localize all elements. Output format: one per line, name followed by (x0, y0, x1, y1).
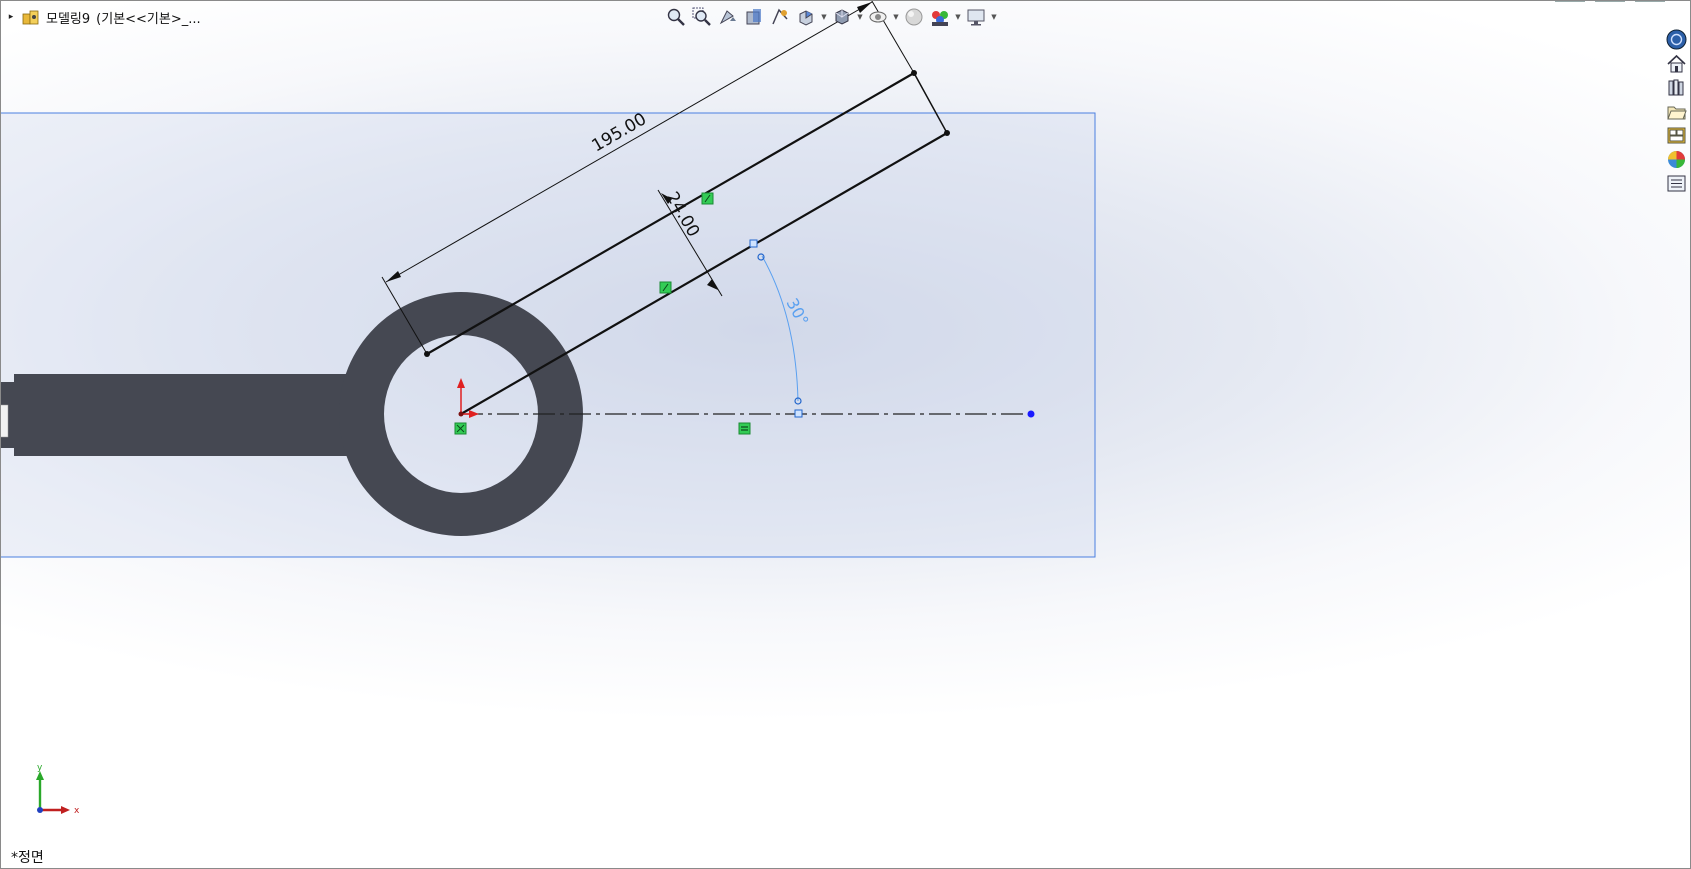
solid-body-arm[interactable] (14, 374, 354, 456)
zoom-to-area-icon[interactable] (690, 5, 714, 29)
zoom-to-fit-icon[interactable] (664, 5, 688, 29)
body-end-face (0, 404, 9, 438)
apply-scene-icon[interactable] (928, 5, 952, 29)
part-icon (22, 10, 39, 25)
section-view-icon[interactable] (742, 5, 766, 29)
solidworks-resources-icon[interactable] (1664, 28, 1688, 51)
view-orientation-dropdown-icon[interactable]: ▼ (820, 5, 828, 29)
hide-show-dropdown-icon[interactable]: ▼ (892, 5, 900, 29)
flyout-feature-tree[interactable]: ▸ 모델링9 (기본<<기본>_... (6, 6, 201, 28)
parallel-relation-icon[interactable] (659, 281, 672, 294)
angle-handle[interactable] (794, 409, 803, 418)
appearances-scenes-icon[interactable] (1664, 148, 1688, 171)
design-library-icon[interactable] (1664, 76, 1688, 99)
part-name[interactable]: 모델링9 (46, 8, 90, 27)
task-pane-tabs (1664, 28, 1688, 195)
angle-handle[interactable] (749, 239, 758, 248)
hide-show-items-icon[interactable] (866, 5, 890, 29)
parallel-relation-icon[interactable] (701, 192, 714, 205)
configuration-label[interactable]: (기본<<기본>_... (96, 8, 201, 27)
view-palette-icon[interactable] (1664, 124, 1688, 147)
triad-y-label: y (37, 763, 43, 773)
view-settings-dropdown-icon[interactable]: ▼ (990, 5, 998, 29)
triad-x-label: x (74, 806, 80, 816)
dynamic-annotation-views-icon[interactable] (768, 5, 792, 29)
reference-triad: y x (36, 763, 80, 816)
window-controls[interactable] (1555, 0, 1665, 2)
coincident-relation-icon[interactable] (454, 422, 467, 435)
edit-appearance-icon[interactable] (902, 5, 926, 29)
horizontal-relation-icon[interactable] (738, 422, 751, 435)
centerline-endpoint[interactable] (1027, 410, 1035, 418)
expand-arrow-icon[interactable]: ▸ (6, 12, 16, 22)
home-icon[interactable] (1664, 52, 1688, 75)
display-style-dropdown-icon[interactable]: ▼ (856, 5, 864, 29)
custom-properties-icon[interactable] (1664, 172, 1688, 195)
file-explorer-icon[interactable] (1664, 100, 1688, 123)
view-settings-icon[interactable] (964, 5, 988, 29)
graphics-area[interactable]: 195.00 24.00 30° (0, 0, 1691, 869)
previous-view-icon[interactable] (716, 5, 740, 29)
sketch-point[interactable] (944, 130, 950, 136)
display-style-icon[interactable] (830, 5, 854, 29)
apply-scene-dropdown-icon[interactable]: ▼ (954, 5, 962, 29)
view-orientation-label: *정면 (11, 850, 44, 866)
view-orientation-icon[interactable] (794, 5, 818, 29)
heads-up-view-toolbar: ▼ ▼ ▼ ▼ ▼ (664, 4, 998, 30)
